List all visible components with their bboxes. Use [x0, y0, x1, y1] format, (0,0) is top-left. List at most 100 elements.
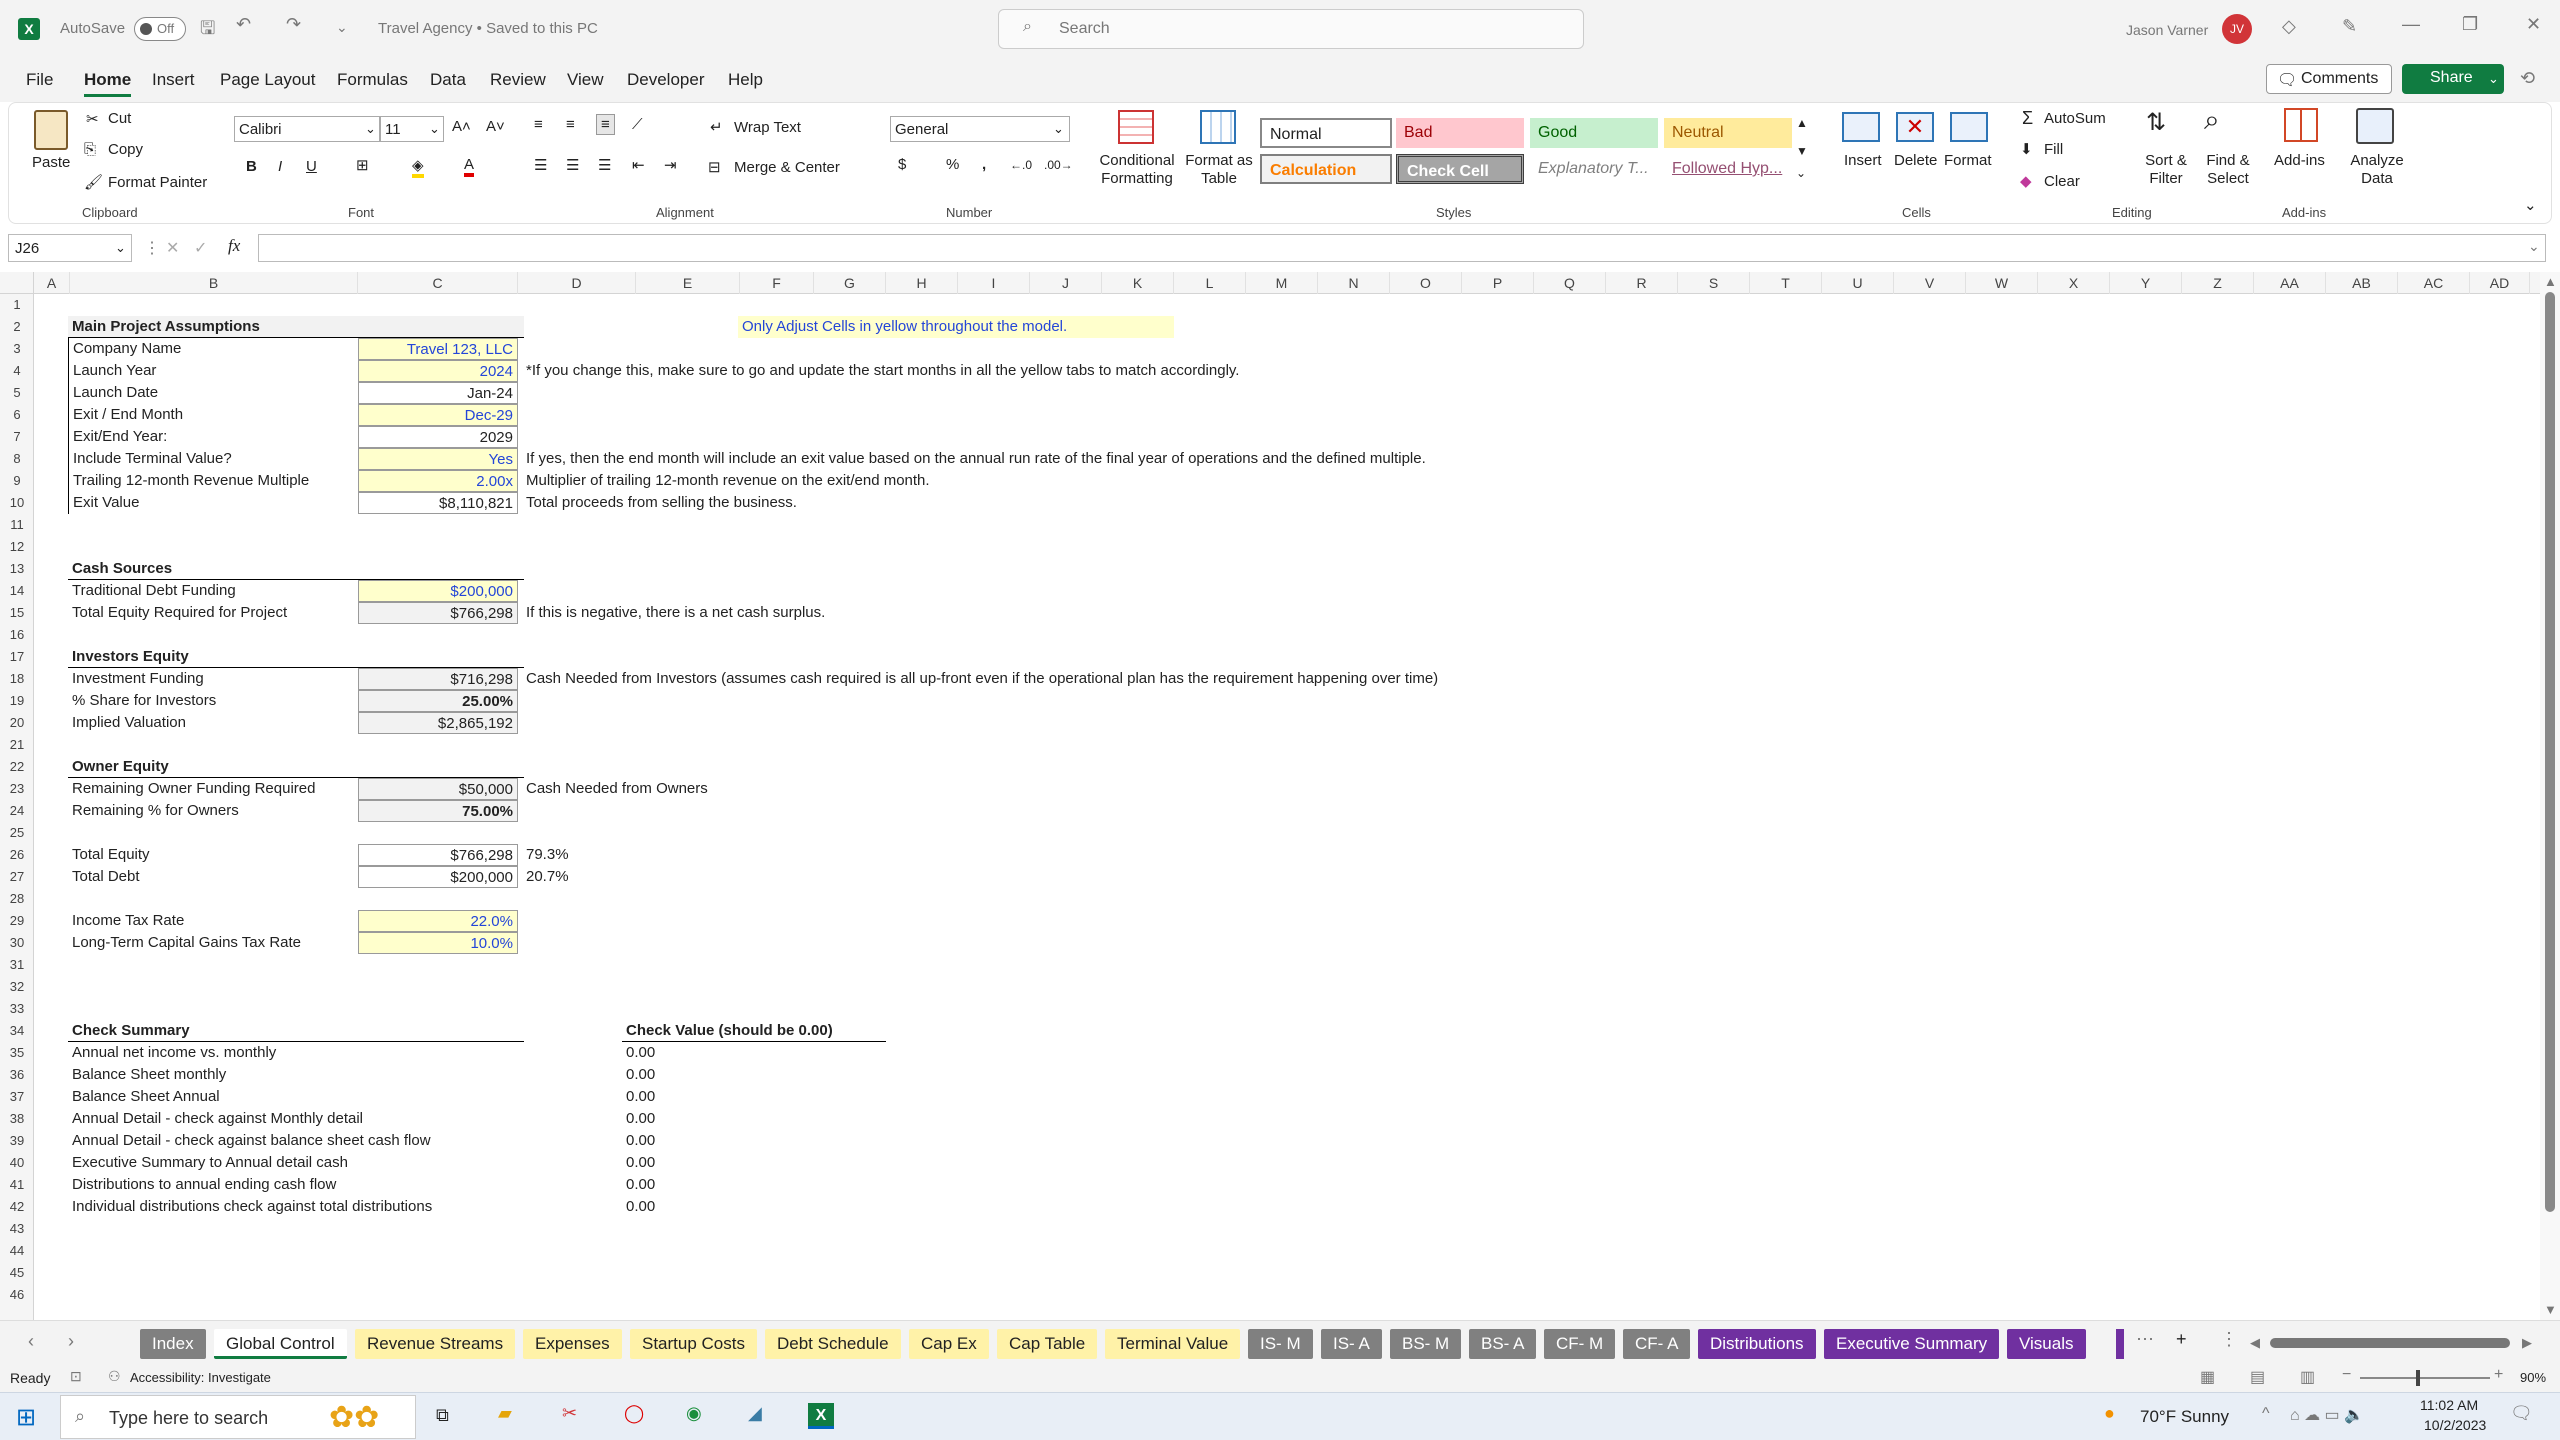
row-header-33[interactable]: 33 [0, 998, 34, 1020]
check-value-header[interactable]: Check Value (should be 0.00) [622, 1020, 886, 1042]
scroll-thumb[interactable] [2545, 292, 2555, 1212]
tax-value[interactable]: 22.0% [358, 910, 518, 932]
owner-label[interactable]: Remaining Owner Funding Required [68, 778, 358, 800]
assumption-value[interactable]: Yes [358, 448, 518, 470]
row-header-3[interactable]: 3 [0, 338, 34, 360]
menu-review[interactable]: Review [490, 70, 546, 90]
paste-button[interactable]: Paste [32, 154, 70, 171]
align-bottom-icon[interactable]: ≡ [596, 114, 615, 135]
minimize-icon[interactable]: — [2402, 14, 2420, 35]
assumption-value[interactable]: Dec-29 [358, 404, 518, 426]
row-header-31[interactable]: 31 [0, 954, 34, 976]
styles-scroll-up-icon[interactable]: ▲ [1796, 116, 1808, 130]
check-value[interactable]: 0.00 [622, 1196, 722, 1218]
row-header-9[interactable]: 9 [0, 470, 34, 492]
row-header-14[interactable]: 14 [0, 580, 34, 602]
check-label[interactable]: Annual Detail - check against Monthly de… [68, 1108, 568, 1130]
more-sheets-icon[interactable]: ⋯ [2136, 1329, 2154, 1350]
file-explorer-icon[interactable]: ▰ [498, 1403, 512, 1424]
menu-view[interactable]: View [567, 70, 604, 90]
scroll-up-icon[interactable]: ▲ [2544, 274, 2557, 289]
cash-source-value[interactable]: $766,298 [358, 602, 518, 624]
row-header-18[interactable]: 18 [0, 668, 34, 690]
check-label[interactable]: Balance Sheet Annual [68, 1086, 568, 1108]
comments-button[interactable]: 🗨 Comments [2266, 64, 2392, 94]
investor-label[interactable]: Investment Funding [68, 668, 358, 690]
sheet-tab-revenue-streams[interactable]: Revenue Streams [355, 1329, 516, 1359]
tax-value[interactable]: 10.0% [358, 932, 518, 954]
row-header-44[interactable]: 44 [0, 1240, 34, 1262]
column-header-AA[interactable]: AA [2254, 272, 2326, 294]
clear-button[interactable]: Clear [2044, 173, 2080, 190]
menu-developer[interactable]: Developer [627, 70, 705, 90]
weather-text[interactable]: 70°F Sunny [2140, 1407, 2229, 1427]
column-header-K[interactable]: K [1102, 272, 1174, 294]
sheet-tab-cap-table[interactable]: Cap Table [997, 1329, 1098, 1359]
decrease-font-icon[interactable]: A˅ [486, 118, 505, 135]
column-header-P[interactable]: P [1462, 272, 1534, 294]
menu-file[interactable]: File [26, 70, 53, 90]
comma-icon[interactable]: , [982, 156, 986, 173]
check-label[interactable]: Executive Summary to Annual detail cash [68, 1152, 568, 1174]
copy-button[interactable]: Copy [108, 141, 143, 158]
row-header-22[interactable]: 22 [0, 756, 34, 778]
row-header-43[interactable]: 43 [0, 1218, 34, 1240]
percent-icon[interactable]: % [946, 156, 959, 173]
user-avatar[interactable]: JV [2222, 14, 2252, 44]
select-all-corner[interactable] [0, 272, 34, 294]
row-header-29[interactable]: 29 [0, 910, 34, 932]
analyze-data-button[interactable]: Analyze Data [2350, 152, 2404, 188]
row-header-13[interactable]: 13 [0, 558, 34, 580]
accessibility-status[interactable]: Accessibility: Investigate [130, 1370, 271, 1385]
row-header-20[interactable]: 20 [0, 712, 34, 734]
font-size-select[interactable]: 11 ⌄ [380, 116, 444, 142]
restore-icon[interactable]: ❐ [2462, 14, 2478, 35]
assumption-note[interactable]: Total proceeds from selling the business… [522, 492, 801, 514]
assumption-label[interactable]: Launch Year [68, 360, 358, 382]
cash-source-value[interactable]: $200,000 [358, 580, 518, 602]
hscroll-left-icon[interactable]: ◀ [2250, 1335, 2260, 1351]
chrome-icon[interactable]: ◉ [686, 1403, 702, 1424]
styles-scroll-down-icon[interactable]: ▼ [1796, 144, 1808, 158]
check-value[interactable]: 0.00 [622, 1174, 722, 1196]
column-header-L[interactable]: L [1174, 272, 1246, 294]
column-header-O[interactable]: O [1390, 272, 1462, 294]
row-header-2[interactable]: 2 [0, 316, 34, 338]
assumption-value[interactable]: 2024 [358, 360, 518, 382]
row-header-42[interactable]: 42 [0, 1196, 34, 1218]
style-calculation[interactable]: Calculation [1260, 154, 1392, 184]
check-label[interactable]: Balance Sheet monthly [68, 1064, 568, 1086]
row-header-8[interactable]: 8 [0, 448, 34, 470]
row-header-15[interactable]: 15 [0, 602, 34, 624]
style-check-cell[interactable]: Check Cell [1396, 154, 1524, 184]
column-header-W[interactable]: W [1966, 272, 2038, 294]
orientation-icon[interactable]: ⟋ [632, 116, 643, 133]
row-header-26[interactable]: 26 [0, 844, 34, 866]
check-value[interactable]: 0.00 [622, 1086, 722, 1108]
row-header-7[interactable]: 7 [0, 426, 34, 448]
check-label[interactable]: Individual distributions check against t… [68, 1196, 568, 1218]
sheet-tab-executive-summary[interactable]: Executive Summary [1824, 1329, 2000, 1359]
italic-icon[interactable]: I [278, 158, 282, 175]
total-value[interactable]: $766,298 [358, 844, 518, 866]
increase-font-icon[interactable]: A˄ [452, 118, 471, 135]
assumption-value[interactable]: $8,110,821 [358, 492, 518, 514]
investor-label[interactable]: % Share for Investors [68, 690, 358, 712]
sheet-tab-index[interactable]: Index [140, 1329, 206, 1359]
align-right-icon[interactable]: ☰ [598, 156, 611, 174]
column-header-Z[interactable]: Z [2182, 272, 2254, 294]
check-value[interactable]: 0.00 [622, 1108, 722, 1130]
sheet-tab-distributions[interactable]: Distributions [1698, 1329, 1816, 1359]
align-left-icon[interactable]: ☰ [534, 156, 547, 174]
column-header-X[interactable]: X [2038, 272, 2110, 294]
column-header-B[interactable]: B [70, 272, 358, 294]
worksheet-grid[interactable]: Main Project Assumptions Only Adjust Cel… [34, 294, 2540, 1320]
total-percent[interactable]: 79.3% [522, 844, 573, 866]
owner-note[interactable]: Cash Needed from Owners [522, 778, 712, 800]
assumption-label[interactable]: Exit/End Year: [68, 426, 358, 448]
sheet-tab-expenses[interactable]: Expenses [523, 1329, 622, 1359]
app-icon[interactable]: ◢ [748, 1403, 762, 1424]
row-header-11[interactable]: 11 [0, 514, 34, 536]
notifications-icon[interactable]: 🗨 [2510, 1403, 2533, 1424]
fill-color-icon[interactable]: ◈ [412, 156, 424, 178]
